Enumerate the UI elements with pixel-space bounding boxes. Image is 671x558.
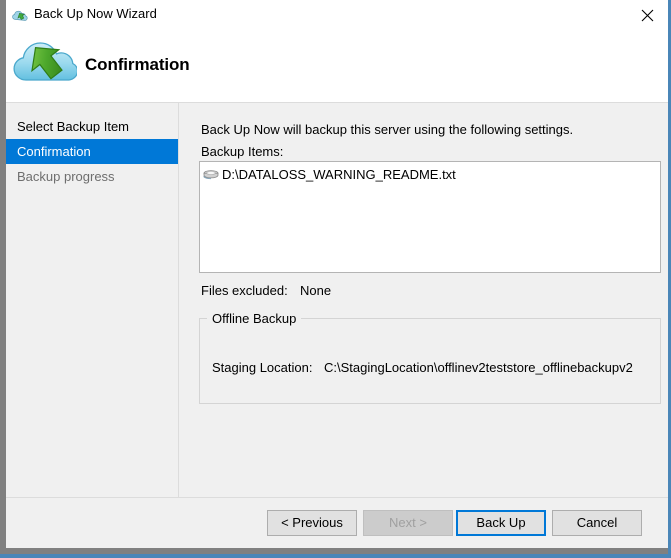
staging-location-label: Staging Location: [212, 360, 313, 375]
offline-backup-legend: Offline Backup [207, 311, 302, 326]
sidebar-item-label: Select Backup Item [17, 119, 129, 134]
wizard-banner: Confirmation [6, 30, 668, 103]
back-up-button[interactable]: Back Up [456, 510, 546, 536]
backup-items-list[interactable]: D:\DATALOSS_WARNING_README.txt [199, 161, 661, 273]
dialog-client-area: Back Up Now Wizard Confirmation Select B… [6, 0, 668, 548]
intro-text: Back Up Now will backup this server usin… [201, 122, 574, 137]
wizard-steps-sidebar: Select Backup Item Confirmation Backup p… [6, 103, 178, 548]
cancel-button[interactable]: Cancel [552, 510, 642, 536]
list-item-label: D:\DATALOSS_WARNING_README.txt [222, 166, 456, 182]
close-icon[interactable] [626, 0, 668, 30]
files-excluded-label: Files excluded: [201, 283, 288, 298]
sidebar-item-confirmation[interactable]: Confirmation [6, 139, 178, 164]
sidebar-item-select-backup-item[interactable]: Select Backup Item [6, 114, 178, 139]
list-item[interactable]: D:\DATALOSS_WARNING_README.txt [202, 165, 456, 183]
backup-items-label: Backup Items: [201, 144, 284, 159]
staging-location-value: C:\StagingLocation\offlinev2teststore_of… [324, 360, 633, 375]
page-title: Confirmation [85, 55, 190, 74]
window-frame: Back Up Now Wizard Confirmation Select B… [0, 0, 671, 558]
content-pane: Back Up Now will backup this server usin… [179, 103, 668, 548]
window-title: Back Up Now Wizard [34, 6, 157, 21]
next-button[interactable]: Next > [363, 510, 453, 536]
title-bar: Back Up Now Wizard [6, 0, 668, 30]
cloud-backup-icon [12, 7, 30, 23]
previous-button[interactable]: < Previous [267, 510, 357, 536]
button-bar: < Previous Next > Back Up Cancel [6, 498, 668, 548]
files-excluded-value: None [300, 283, 332, 298]
window-bottom-edge [0, 554, 671, 558]
sidebar-item-label: Backup progress [17, 169, 115, 184]
cloud-upload-arrow-icon [9, 32, 79, 88]
sidebar-item-label: Confirmation [17, 144, 91, 159]
sidebar-item-backup-progress[interactable]: Backup progress [6, 164, 178, 189]
disk-drive-icon [202, 167, 220, 181]
